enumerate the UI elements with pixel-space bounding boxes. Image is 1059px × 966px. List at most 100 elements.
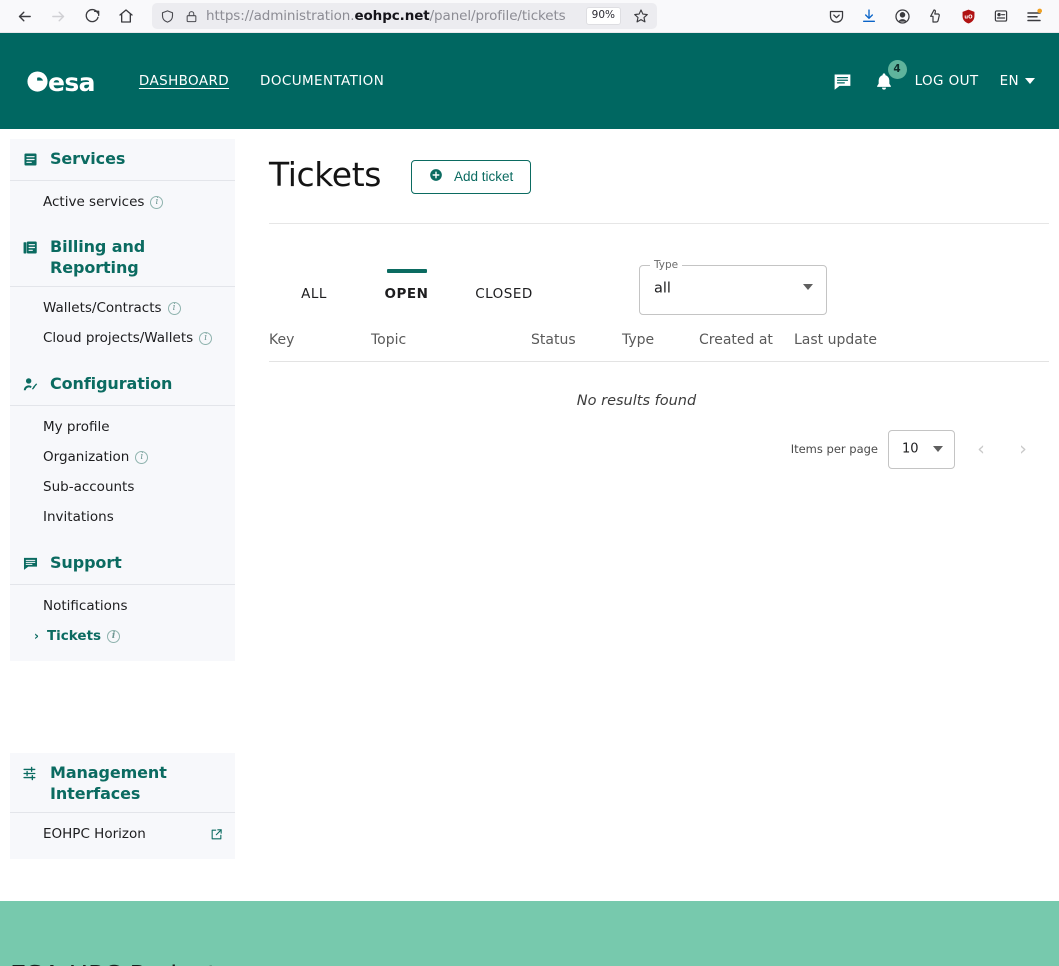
footer-title: ESA HPC Project	[10, 961, 1059, 966]
column-header-last-update[interactable]: Last update	[794, 332, 884, 350]
logout-button[interactable]: LOG OUT	[915, 73, 979, 89]
add-ticket-button[interactable]: Add ticket	[411, 160, 532, 194]
pagination: Items per page 10 ‹ ›	[269, 429, 1039, 469]
sidebar-section-services: Services Active services i	[10, 139, 235, 228]
forward-button[interactable]	[42, 2, 74, 30]
tab-label: CLOSED	[475, 286, 533, 302]
column-header-topic[interactable]: Topic	[371, 332, 531, 350]
account-icon[interactable]	[887, 2, 917, 30]
next-page-button[interactable]: ›	[1007, 433, 1039, 465]
tab-all[interactable]: ALL	[269, 286, 359, 310]
zoom-level-badge[interactable]: 90%	[585, 7, 621, 25]
sidebar-item-label: Tickets	[46, 627, 102, 644]
column-header-key[interactable]: Key	[269, 332, 371, 350]
language-selector[interactable]: EN	[1000, 73, 1035, 89]
tab-open[interactable]: OPEN	[359, 269, 454, 310]
sidebar-section-title: Billing and Reporting	[50, 237, 146, 277]
esa-logo-text: esa	[48, 67, 96, 97]
lock-icon[interactable]	[182, 7, 200, 25]
esa-logo[interactable]: esa	[26, 67, 97, 97]
sidebar-item-eohpc-horizon[interactable]: EOHPC Horizon	[10, 819, 235, 849]
column-header-status[interactable]: Status	[531, 332, 622, 350]
main-content: Tickets Add ticket ALL OPEN CLOSED Type …	[245, 129, 1059, 901]
tab-label: OPEN	[384, 286, 429, 302]
column-header-created-at[interactable]: Created at	[699, 332, 794, 350]
page-title: Tickets	[269, 154, 382, 194]
chat-message-icon[interactable]	[832, 71, 853, 92]
table-header-row: Key Topic Status Type Created at Last up…	[269, 332, 1049, 362]
sidebar-item-label: Sub-accounts	[43, 479, 135, 496]
sidebar-section-header: Support	[10, 543, 235, 585]
download-icon[interactable]	[854, 2, 884, 30]
external-link-icon[interactable]	[210, 828, 223, 841]
back-button[interactable]	[8, 2, 40, 30]
nav-documentation[interactable]: DOCUMENTATION	[260, 73, 384, 89]
chevron-down-icon	[1025, 78, 1035, 84]
home-button[interactable]	[110, 2, 142, 30]
configuration-user-icon	[22, 376, 40, 397]
sidebar-section-header: Services	[10, 139, 235, 181]
browser-nav-buttons	[8, 2, 142, 30]
services-list-icon	[22, 151, 40, 172]
pocket-icon[interactable]	[821, 2, 851, 30]
sidebar-item-label: Notifications	[43, 597, 128, 614]
header-divider	[269, 223, 1049, 224]
status-tabs: ALL OPEN CLOSED	[269, 269, 554, 310]
password-manager-icon[interactable]	[986, 2, 1016, 30]
nav-dashboard[interactable]: DASHBOARD	[139, 73, 229, 89]
notification-bell-button[interactable]: 4	[874, 59, 907, 92]
url-text[interactable]: https://administration.eohpc.net/panel/p…	[206, 8, 580, 24]
ublock-origin-icon[interactable]: uO	[953, 2, 983, 30]
sidebar-item-my-profile[interactable]: My profile	[10, 412, 235, 442]
home-icon	[119, 9, 133, 23]
sidebar-section-support: Support Notifications › Tickets i	[10, 542, 235, 662]
info-icon[interactable]: i	[107, 629, 121, 643]
previous-page-button[interactable]: ‹	[965, 433, 997, 465]
language-label: EN	[999, 73, 1019, 89]
sidebar-item-organization[interactable]: Organization i	[10, 442, 235, 472]
items-per-page-label: Items per page	[790, 442, 878, 457]
star-icon[interactable]	[631, 6, 651, 26]
shield-icon[interactable]	[158, 7, 176, 25]
type-filter-select[interactable]: Type all	[639, 259, 827, 315]
site-header: esa DASHBOARD DOCUMENTATION 4 LOG OUT EN	[0, 33, 1059, 129]
items-per-page-value: 10	[902, 441, 919, 457]
page-header-row: Tickets Add ticket	[269, 156, 1059, 194]
reload-button[interactable]	[76, 2, 108, 30]
sidebar-section-header: Configuration	[10, 364, 235, 406]
support-chat-icon	[22, 555, 40, 576]
sidebar-item-wallets-contracts[interactable]: Wallets/Contracts i	[10, 293, 235, 323]
sidebar-item-label: EOHPC Horizon	[43, 826, 146, 843]
sidebar-item-cloud-projects-wallets[interactable]: Cloud projects/Wallets i	[10, 323, 235, 353]
type-filter-value: all	[654, 280, 671, 297]
info-icon[interactable]: i	[167, 301, 181, 315]
sidebar-section-items: Active services i	[10, 181, 235, 227]
type-filter-label: Type	[654, 259, 679, 271]
sidebar-item-active-services[interactable]: Active services i	[10, 187, 235, 217]
sidebar-item-notifications[interactable]: Notifications	[10, 591, 235, 621]
sidebar-section-items: My profile Organization i Sub-accounts I…	[10, 406, 235, 543]
tab-closed[interactable]: CLOSED	[454, 286, 554, 310]
items-per-page-select[interactable]: 10	[888, 429, 955, 469]
extension-icon[interactable]	[920, 2, 950, 30]
info-icon[interactable]: i	[150, 195, 164, 209]
address-bar[interactable]: https://administration.eohpc.net/panel/p…	[152, 3, 657, 29]
app-menu-icon[interactable]	[1019, 2, 1049, 30]
column-header-type[interactable]: Type	[622, 332, 699, 350]
sidebar-item-invitations[interactable]: Invitations	[10, 502, 235, 532]
sidebar-section-title: Configuration	[50, 373, 173, 393]
sidebar-section-title: Management Interfaces	[50, 763, 167, 803]
billing-documents-icon	[22, 239, 40, 260]
chevron-right-icon: ›	[34, 629, 39, 644]
sidebar-section-items: Wallets/Contracts i Cloud projects/Walle…	[10, 287, 235, 364]
sidebar-item-tickets[interactable]: › Tickets i	[10, 621, 235, 651]
sidebar-item-label: Active services	[43, 194, 145, 210]
info-icon[interactable]: i	[199, 332, 213, 346]
filter-row: ALL OPEN CLOSED Type all	[269, 246, 1059, 315]
sidebar-section-header: Management Interfaces	[10, 753, 235, 814]
forward-arrow-icon	[51, 11, 64, 21]
notification-count-badge: 4	[887, 59, 907, 79]
sidebar-item-sub-accounts[interactable]: Sub-accounts	[10, 472, 235, 502]
info-icon[interactable]: i	[135, 450, 149, 464]
chevron-down-icon	[803, 284, 813, 290]
